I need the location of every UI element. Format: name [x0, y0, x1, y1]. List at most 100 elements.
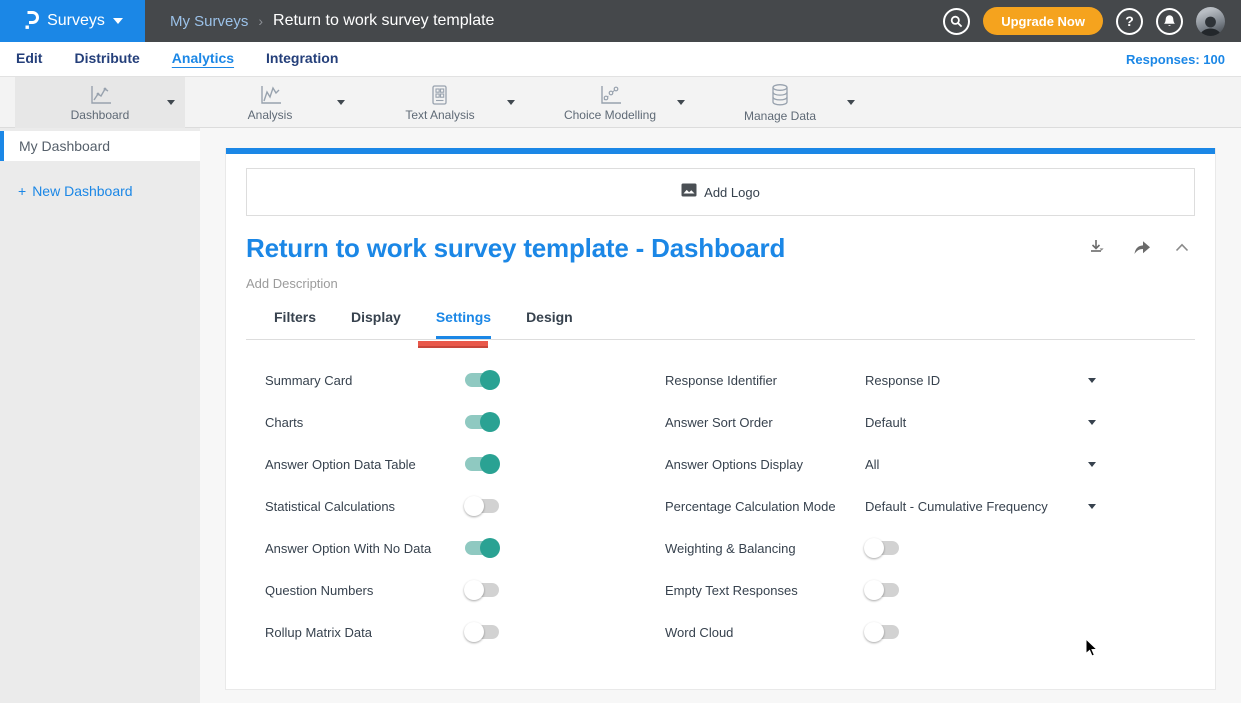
toolbar-item-label: Dashboard — [71, 108, 130, 122]
image-icon — [681, 183, 697, 202]
setting-row-question-numbers: Question Numbers — [265, 569, 665, 611]
nav-item-analytics[interactable]: Analytics — [172, 50, 234, 68]
share-icon — [1133, 240, 1151, 255]
text-document-grid-icon — [429, 84, 451, 106]
rollup-matrix-data-toggle[interactable] — [465, 625, 499, 639]
download-icon — [1089, 239, 1109, 256]
dashboard-main-area: Add Logo Return to work survey template … — [200, 128, 1241, 703]
response-identifier-select[interactable]: Response ID — [865, 373, 1088, 388]
toolbar-item-analysis[interactable]: Analysis — [185, 77, 355, 128]
tab-design[interactable]: Design — [526, 309, 573, 339]
plus-icon: + — [18, 183, 26, 199]
product-name: Surveys — [47, 12, 105, 30]
chevron-down-icon[interactable] — [1088, 504, 1096, 509]
download-button[interactable] — [1089, 239, 1109, 256]
upgrade-now-button[interactable]: Upgrade Now — [983, 7, 1103, 35]
product-switcher[interactable]: Surveys — [0, 0, 145, 42]
add-logo-label: Add Logo — [704, 185, 760, 200]
charts-toggle[interactable] — [465, 415, 499, 429]
chevron-down-icon[interactable] — [1088, 462, 1096, 467]
nav-item-edit[interactable]: Edit — [16, 50, 42, 68]
breadcrumb-current-page: Return to work survey template — [273, 12, 494, 30]
chevron-down-icon[interactable] — [677, 100, 685, 105]
scatter-chart-icon — [597, 84, 623, 106]
search-button[interactable] — [943, 8, 970, 35]
toolbar-item-dashboard[interactable]: Dashboard — [15, 77, 185, 128]
add-logo-dropzone[interactable]: Add Logo — [246, 168, 1195, 216]
question-numbers-toggle[interactable] — [465, 583, 499, 597]
percentage-calculation-mode-select[interactable]: Default - Cumulative Frequency — [865, 499, 1088, 514]
dashboard-title[interactable]: Return to work survey template - Dashboa… — [246, 233, 785, 264]
weighting-balancing-toggle[interactable] — [865, 541, 899, 555]
settings-panel: Summary Card Charts Answer Option Data T… — [226, 359, 1215, 653]
setting-row-rollup-matrix-data: Rollup Matrix Data — [265, 611, 665, 653]
tab-filters[interactable]: Filters — [274, 309, 316, 339]
setting-row-word-cloud: Word Cloud — [665, 611, 1096, 653]
user-avatar[interactable] — [1196, 7, 1225, 36]
dashboard-card: Add Logo Return to work survey template … — [225, 148, 1216, 690]
setting-row-statistical-calculations: Statistical Calculations — [265, 485, 665, 527]
sidebar-item-my-dashboard[interactable]: My Dashboard — [0, 131, 200, 161]
toolbar-item-choice-modelling[interactable]: Choice Modelling — [525, 77, 695, 128]
breadcrumb: My Surveys › Return to work survey templ… — [170, 12, 943, 30]
nav-item-distribute[interactable]: Distribute — [74, 50, 139, 68]
toolbar-item-text-analysis[interactable]: Text Analysis — [355, 77, 525, 128]
settings-dropdown-column: Response Identifier Response ID Answer S… — [665, 359, 1096, 653]
answer-option-data-table-toggle[interactable] — [465, 457, 499, 471]
nav-item-integration[interactable]: Integration — [266, 50, 338, 68]
setting-row-answer-options-display: Answer Options Display All — [665, 443, 1096, 485]
breadcrumb-separator-icon: › — [258, 13, 263, 29]
answer-sort-order-select[interactable]: Default — [865, 415, 1088, 430]
bell-icon — [1163, 14, 1176, 28]
answer-option-no-data-toggle[interactable] — [465, 541, 499, 555]
setting-row-answer-option-data-table: Answer Option Data Table — [265, 443, 665, 485]
empty-text-responses-toggle[interactable] — [865, 583, 899, 597]
chevron-up-icon — [1175, 243, 1189, 252]
chevron-down-icon[interactable] — [167, 100, 175, 105]
tab-settings[interactable]: Settings — [436, 309, 491, 339]
breadcrumb-my-surveys[interactable]: My Surveys — [170, 13, 248, 30]
card-accent-bar — [226, 148, 1215, 154]
toolbar-item-label: Manage Data — [744, 109, 816, 123]
summary-card-toggle[interactable] — [465, 373, 499, 387]
statistical-calculations-toggle[interactable] — [465, 499, 499, 513]
setting-row-percentage-calculation-mode: Percentage Calculation Mode Default - Cu… — [665, 485, 1096, 527]
app-window: Surveys My Surveys › Return to work surv… — [0, 0, 1241, 703]
questionpro-logo-icon — [22, 7, 39, 36]
toolbar-item-manage-data[interactable]: Manage Data — [695, 77, 865, 128]
chevron-down-icon[interactable] — [507, 100, 515, 105]
dashboard-sidebar: My Dashboard + New Dashboard — [0, 128, 200, 703]
add-description-placeholder[interactable]: Add Description — [246, 276, 1195, 291]
survey-section-nav: Edit Distribute Analytics Integration Re… — [0, 42, 1241, 77]
chevron-down-icon[interactable] — [1088, 420, 1096, 425]
answer-options-display-select[interactable]: All — [865, 457, 1088, 472]
setting-row-response-identifier: Response Identifier Response ID — [665, 359, 1096, 401]
database-icon — [768, 83, 792, 107]
setting-row-charts: Charts — [265, 401, 665, 443]
notifications-button[interactable] — [1156, 8, 1183, 35]
toolbar-item-label: Analysis — [248, 108, 293, 122]
toolbar-item-label: Choice Modelling — [564, 108, 656, 122]
line-chart-icon — [257, 84, 283, 106]
new-dashboard-button[interactable]: + New Dashboard — [18, 183, 133, 199]
dashboard-actions — [1089, 233, 1189, 256]
chevron-down-icon[interactable] — [1088, 378, 1096, 383]
share-button[interactable] — [1133, 240, 1151, 255]
dashboard-tabs: Filters Display Settings Design — [246, 309, 1195, 340]
analytics-toolbar: Dashboard Analysis — [0, 77, 1241, 128]
tab-display[interactable]: Display — [351, 309, 401, 339]
help-button[interactable]: ? — [1116, 8, 1143, 35]
word-cloud-toggle[interactable] — [865, 625, 899, 639]
chevron-down-icon — [113, 18, 123, 24]
settings-tab-highlight-marker — [418, 341, 488, 348]
search-icon — [950, 15, 963, 28]
chevron-down-icon[interactable] — [847, 100, 855, 105]
collapse-button[interactable] — [1175, 243, 1189, 252]
setting-row-answer-option-no-data: Answer Option With No Data — [265, 527, 665, 569]
chevron-down-icon[interactable] — [337, 100, 345, 105]
toolbar-item-label: Text Analysis — [405, 108, 474, 122]
header-actions: Upgrade Now ? — [943, 7, 1225, 36]
line-chart-icon — [87, 84, 113, 106]
top-header-bar: Surveys My Surveys › Return to work surv… — [0, 0, 1241, 42]
new-dashboard-label: New Dashboard — [32, 183, 132, 199]
